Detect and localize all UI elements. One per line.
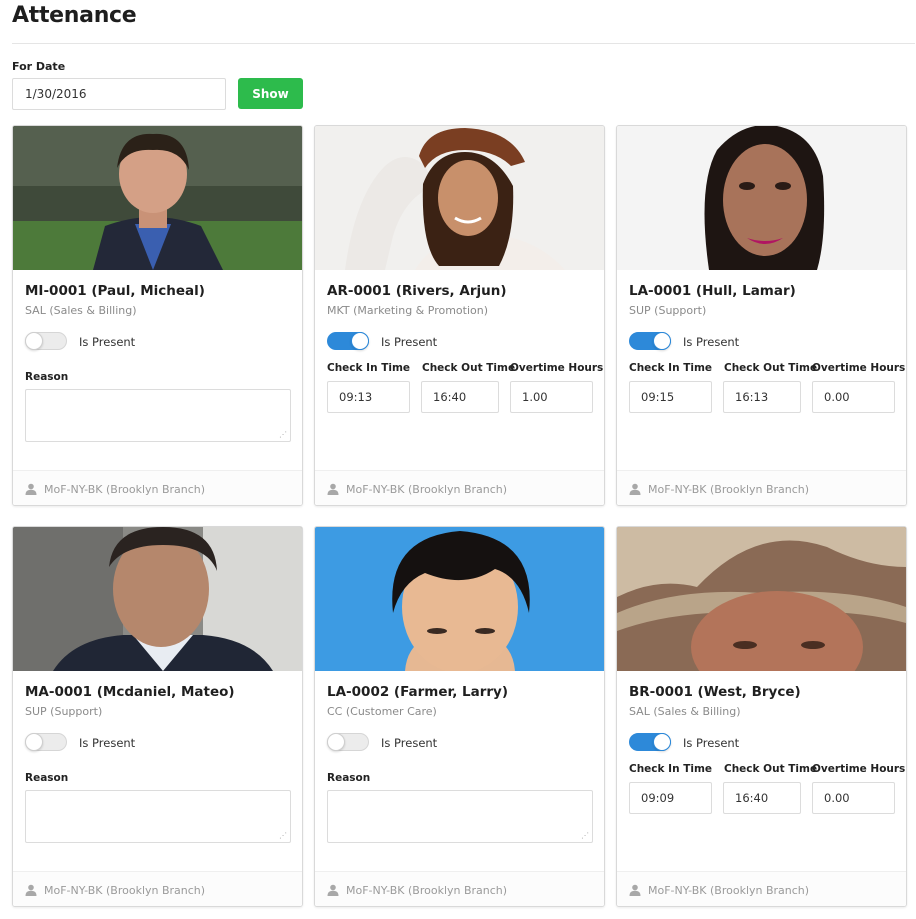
check-in-label: Check In Time (629, 763, 713, 775)
employee-department: MKT (Marketing & Promotion) (327, 304, 489, 317)
resize-grip-icon[interactable]: ⋰ (279, 832, 287, 840)
is-present-toggle[interactable] (629, 332, 671, 350)
user-icon (327, 884, 339, 896)
check-in-input[interactable] (327, 381, 410, 413)
check-out-input[interactable] (421, 381, 499, 413)
toggle-knob (327, 733, 345, 751)
is-present-label: Is Present (381, 736, 438, 750)
check-in-label: Check In Time (327, 362, 411, 374)
employee-department: SAL (Sales & Billing) (629, 705, 741, 718)
employee-name: MA-0001 (Mcdaniel, Mateo) (25, 684, 235, 700)
employee-card: MI-0001 (Paul, Micheal) SAL (Sales & Bil… (12, 125, 303, 506)
reason-textarea[interactable] (25, 790, 291, 843)
reason-label: Reason (25, 772, 69, 784)
card-footer: MoF-NY-BK (Brooklyn Branch) (315, 470, 604, 505)
employee-photo (315, 527, 604, 671)
employee-name: LA-0001 (Hull, Lamar) (629, 283, 796, 299)
employee-name: LA-0002 (Farmer, Larry) (327, 684, 509, 700)
branch-label: MoF-NY-BK (Brooklyn Branch) (346, 483, 508, 496)
check-out-label: Check Out Time (724, 763, 818, 775)
employee-name: BR-0001 (West, Bryce) (629, 684, 801, 700)
is-present-toggle[interactable] (25, 733, 67, 751)
is-present-toggle[interactable] (327, 733, 369, 751)
overtime-input[interactable] (510, 381, 593, 413)
is-present-toggle[interactable] (629, 733, 671, 751)
employee-card: BR-0001 (West, Bryce) SAL (Sales & Billi… (616, 526, 907, 907)
resize-grip-icon[interactable]: ⋰ (279, 431, 287, 439)
toggle-knob (653, 733, 671, 751)
employee-photo (617, 527, 906, 671)
date-label: For Date (12, 60, 66, 73)
employee-photo (13, 527, 302, 671)
employee-department: SUP (Support) (25, 705, 103, 718)
reason-label: Reason (25, 371, 69, 383)
check-out-input[interactable] (723, 782, 801, 814)
check-out-input[interactable] (723, 381, 801, 413)
toggle-knob (351, 332, 369, 350)
toggle-knob (25, 332, 43, 350)
card-footer: MoF-NY-BK (Brooklyn Branch) (617, 470, 906, 505)
reason-textarea[interactable] (25, 389, 291, 442)
overtime-label: Overtime Hours (510, 362, 604, 374)
user-icon (327, 483, 339, 495)
user-icon (25, 483, 37, 495)
title-divider (12, 43, 915, 44)
employee-photo (315, 126, 604, 270)
employee-department: SUP (Support) (629, 304, 707, 317)
overtime-input[interactable] (812, 381, 895, 413)
user-icon (629, 884, 641, 896)
is-present-toggle[interactable] (25, 332, 67, 350)
employee-photo (13, 126, 302, 270)
employee-card: AR-0001 (Rivers, Arjun) MKT (Marketing &… (314, 125, 605, 506)
employee-card: LA-0002 (Farmer, Larry) CC (Customer Car… (314, 526, 605, 907)
check-out-label: Check Out Time (422, 362, 516, 374)
toggle-knob (653, 332, 671, 350)
check-out-label: Check Out Time (724, 362, 818, 374)
check-in-input[interactable] (629, 381, 712, 413)
employee-card: MA-0001 (Mcdaniel, Mateo) SUP (Support) … (12, 526, 303, 907)
is-present-label: Is Present (683, 335, 740, 349)
check-in-input[interactable] (629, 782, 712, 814)
resize-grip-icon[interactable]: ⋰ (581, 832, 589, 840)
is-present-label: Is Present (683, 736, 740, 750)
is-present-toggle[interactable] (327, 332, 369, 350)
employee-photo (617, 126, 906, 270)
branch-label: MoF-NY-BK (Brooklyn Branch) (648, 884, 810, 897)
is-present-label: Is Present (79, 736, 136, 750)
overtime-input[interactable] (812, 782, 895, 814)
card-footer: MoF-NY-BK (Brooklyn Branch) (13, 470, 302, 505)
employee-name: MI-0001 (Paul, Micheal) (25, 283, 205, 299)
toggle-knob (25, 733, 43, 751)
show-button[interactable]: Show (238, 78, 303, 109)
branch-label: MoF-NY-BK (Brooklyn Branch) (44, 884, 206, 897)
card-footer: MoF-NY-BK (Brooklyn Branch) (13, 871, 302, 906)
overtime-label: Overtime Hours (812, 362, 906, 374)
user-icon (629, 483, 641, 495)
employee-name: AR-0001 (Rivers, Arjun) (327, 283, 507, 299)
card-footer: MoF-NY-BK (Brooklyn Branch) (315, 871, 604, 906)
date-input[interactable] (12, 78, 226, 110)
overtime-label: Overtime Hours (812, 763, 906, 775)
user-icon (25, 884, 37, 896)
branch-label: MoF-NY-BK (Brooklyn Branch) (44, 483, 206, 496)
is-present-label: Is Present (381, 335, 438, 349)
employee-card: LA-0001 (Hull, Lamar) SUP (Support) Is P… (616, 125, 907, 506)
check-in-label: Check In Time (629, 362, 713, 374)
employee-department: SAL (Sales & Billing) (25, 304, 137, 317)
reason-textarea[interactable] (327, 790, 593, 843)
card-footer: MoF-NY-BK (Brooklyn Branch) (617, 871, 906, 906)
reason-label: Reason (327, 772, 371, 784)
employee-department: CC (Customer Care) (327, 705, 437, 718)
page-title: Attenance (12, 3, 137, 28)
branch-label: MoF-NY-BK (Brooklyn Branch) (648, 483, 810, 496)
branch-label: MoF-NY-BK (Brooklyn Branch) (346, 884, 508, 897)
is-present-label: Is Present (79, 335, 136, 349)
